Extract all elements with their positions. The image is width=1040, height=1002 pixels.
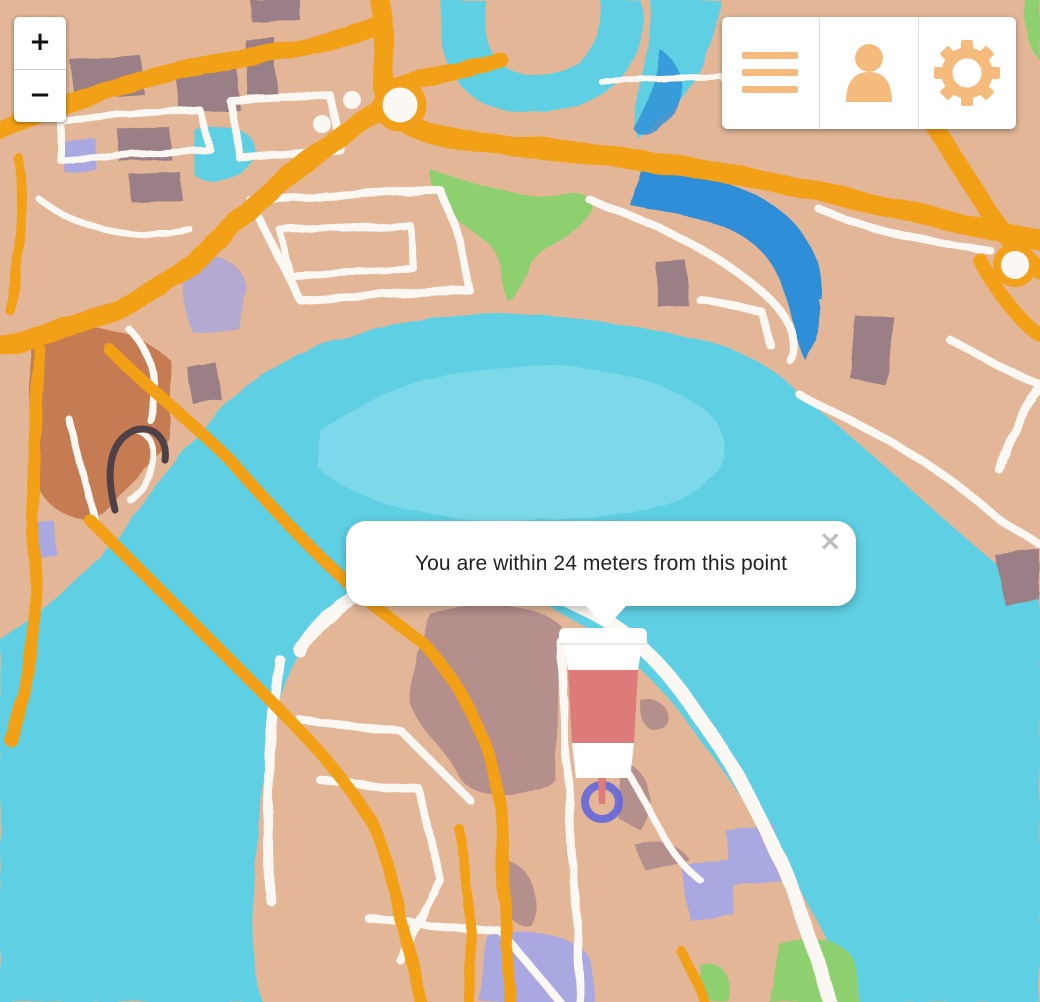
profile-button[interactable] bbox=[819, 17, 917, 129]
gear-icon bbox=[934, 40, 1001, 106]
zoom-in-button[interactable]: + bbox=[14, 17, 66, 69]
zoom-out-button[interactable]: − bbox=[14, 69, 66, 122]
menu-button[interactable] bbox=[722, 17, 819, 129]
location-popup: You are within 24 meters from this point… bbox=[346, 521, 856, 628]
coffee-cup-icon bbox=[559, 628, 647, 823]
zoom-control: + − bbox=[14, 17, 66, 122]
popup-close-button[interactable]: × bbox=[819, 527, 842, 555]
hamburger-menu-icon bbox=[741, 52, 798, 93]
top-right-toolbar bbox=[722, 17, 1016, 129]
coffee-marker[interactable] bbox=[556, 628, 650, 828]
popup-tip bbox=[586, 606, 626, 628]
user-icon bbox=[845, 44, 892, 102]
settings-button[interactable] bbox=[917, 17, 1016, 129]
popup-message: You are within 24 meters from this point bbox=[414, 551, 788, 575]
map-canvas[interactable] bbox=[0, 0, 1040, 1002]
